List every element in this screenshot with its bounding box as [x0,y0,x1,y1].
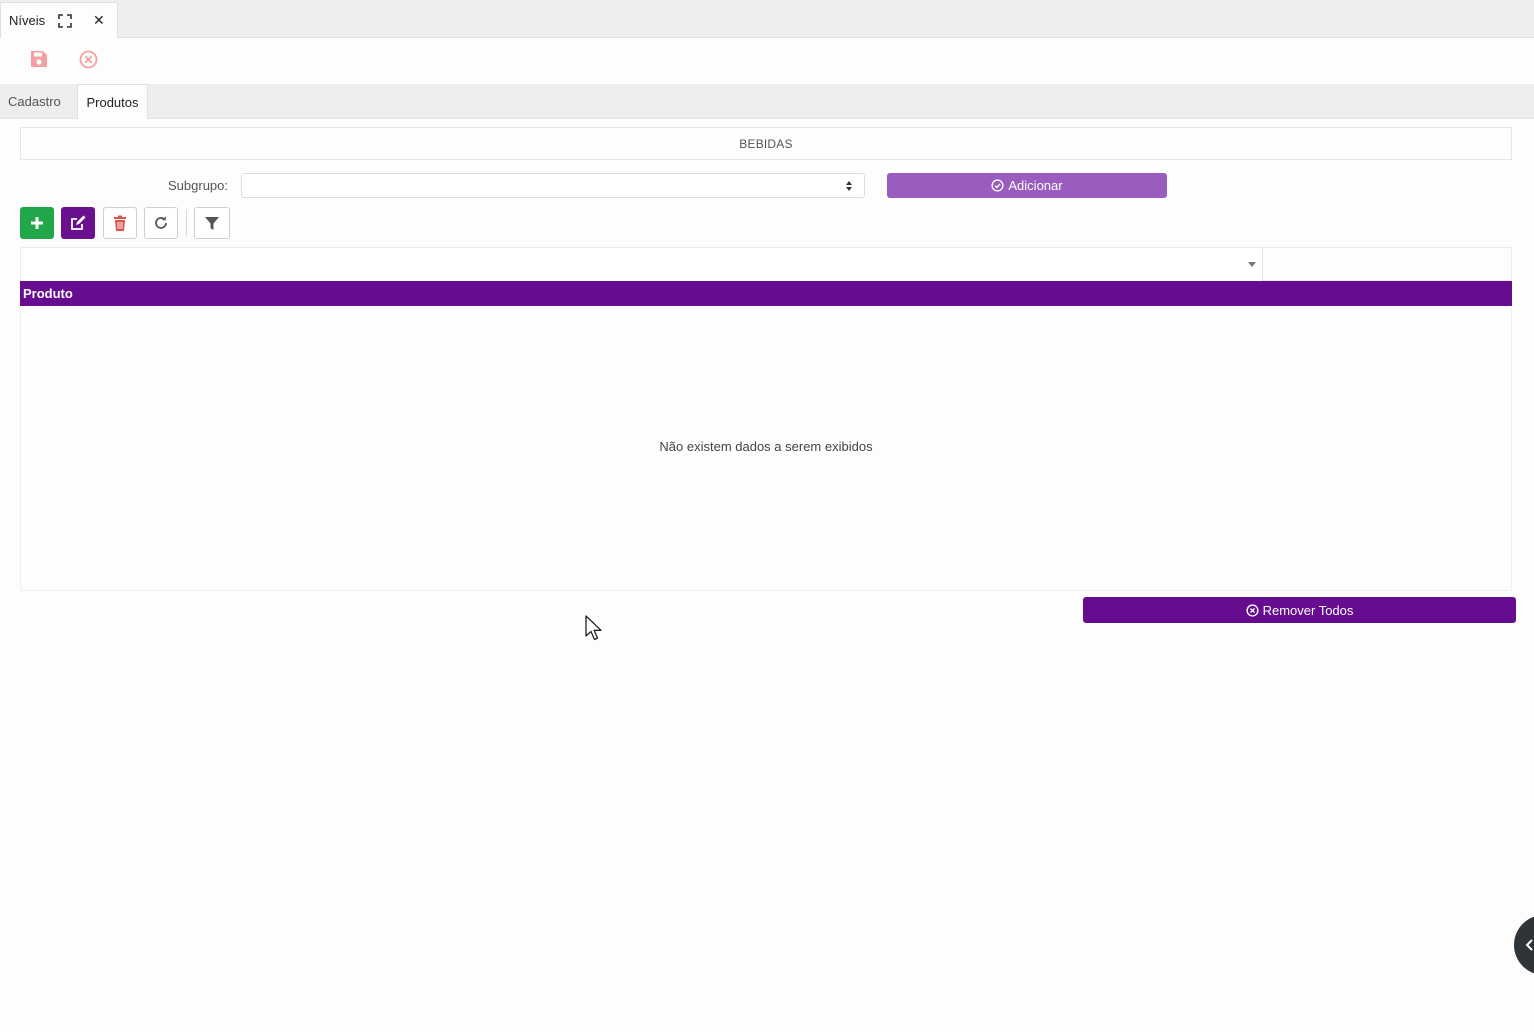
remove-all-button[interactable]: Remover Todos [1083,597,1516,623]
add-record-button[interactable] [20,207,54,239]
window-tab-label: Níveis [9,13,46,28]
window-tabbar: Níveis ✕ [0,0,1534,38]
tab-cadastro[interactable]: Cadastro [0,84,69,119]
empty-message: Não existem dados a serem exibidos [659,439,873,454]
filter-icon [205,217,219,230]
grid-column-filter-select[interactable] [21,248,1263,281]
caret-down-icon [1248,262,1256,267]
check-circle-icon [991,179,1004,192]
side-panel-toggle[interactable] [1514,915,1534,975]
refresh-button[interactable] [144,207,178,239]
add-button[interactable]: Adicionar [887,173,1167,198]
window-tab-niveis[interactable]: Níveis ✕ [0,2,118,38]
mouse-cursor-icon [585,615,602,641]
subgrupo-label: Subgrupo: [168,178,228,193]
edit-icon [71,215,86,230]
page-tabs: Cadastro Produtos [0,84,1534,119]
close-icon[interactable]: ✕ [93,13,105,27]
remove-all-label: Remover Todos [1262,602,1354,618]
subgrupo-select[interactable] [241,173,865,198]
edit-record-button[interactable] [61,207,95,239]
tab-produtos[interactable]: Produtos [77,84,148,119]
toolbar-divider [186,210,187,236]
filter-button[interactable] [194,207,230,239]
select-arrows-icon [846,181,852,191]
add-button-label: Adicionar [1008,178,1063,193]
group-title: BEBIDAS [20,127,1512,160]
grid-header-produto[interactable]: Produto [20,281,1512,306]
refresh-icon [155,216,167,229]
plus-icon [31,217,43,229]
save-icon[interactable] [30,50,48,68]
grid-filter-row [20,247,1512,281]
action-bar [0,38,1534,84]
cancel-icon[interactable] [79,50,98,69]
chevron-left-icon [1525,939,1533,951]
trash-icon [114,215,126,231]
delete-record-button[interactable] [103,207,137,239]
x-circle-icon [1246,603,1259,617]
grid-body: Não existem dados a serem exibidos [20,306,1512,591]
expand-icon[interactable] [58,14,72,28]
